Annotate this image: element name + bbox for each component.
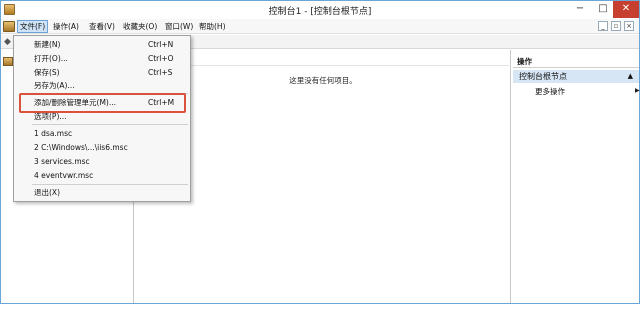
actions-header: 操作 [513,56,639,68]
menu-item-options[interactable]: 选项(P)... [34,112,67,122]
back-icon[interactable]: ◆ [4,37,11,47]
menu-item-save-as[interactable]: 另存为(A)... [34,81,75,91]
menu-view[interactable]: 查看(V) [87,21,117,32]
mmc-window: 控制台1 - [控制台根节点] − □ ✕ 文件(F) 操作(A) 查看(V) … [0,0,640,304]
mdi-close-button[interactable]: × [624,21,634,31]
menu-separator [32,184,188,185]
results-column-header [135,57,511,66]
more-actions-link[interactable]: 更多操作 [535,86,565,97]
actions-section-label: 控制台根节点 [519,72,567,81]
shortcut-open: Ctrl+O [148,54,174,63]
menu-item-open[interactable]: 打开(O)... [34,54,68,64]
menu-help[interactable]: 帮助(H) [197,21,228,32]
menu-item-exit[interactable]: 退出(X) [34,188,60,198]
menu-file[interactable]: 文件(F) [17,20,49,33]
menu-action[interactable]: 操作(A) [51,21,81,32]
close-button[interactable]: ✕ [613,1,639,18]
shortcut-save: Ctrl+S [148,68,173,77]
menu-bar: 文件(F) 操作(A) 查看(V) 收藏夹(O) 窗口(W) 帮助(H) _ ▫… [1,19,639,34]
menu-separator [32,124,188,125]
recent-file-1[interactable]: 1 dsa.msc [34,129,72,139]
menu-item-new[interactable]: 新建(N) [34,40,60,50]
menu-favorites[interactable]: 收藏夹(O) [121,21,159,32]
recent-file-3[interactable]: 3 services.msc [34,157,90,167]
submenu-arrow-icon: ▶ [635,87,640,94]
console-menu-icon[interactable] [3,21,15,32]
menu-item-save[interactable]: 保存(S) [34,68,60,78]
recent-file-2[interactable]: 2 C:\Windows\...\iis6.msc [34,143,128,153]
title-bar: 控制台1 - [控制台根节点] − □ ✕ [1,1,639,19]
highlight-box [19,93,186,113]
mdi-restore-button[interactable]: ▫ [611,21,621,31]
mdi-minimize-button[interactable]: _ [598,21,608,31]
menu-window[interactable]: 窗口(W) [163,21,195,32]
console-root-icon[interactable] [3,57,13,66]
empty-message: 这里没有任何项目。 [289,76,357,85]
actions-section-console-root[interactable]: 控制台根节点 ▲ [513,70,639,83]
actions-pane: 操作 控制台根节点 ▲ 更多操作 ▶ [513,50,640,303]
collapse-icon[interactable]: ▲ [628,70,633,83]
recent-file-4[interactable]: 4 eventvwr.msc [34,171,93,181]
window-title: 控制台1 - [控制台根节点] [268,7,372,17]
results-pane: 这里没有任何项目。 [135,50,511,303]
shortcut-new: Ctrl+N [148,40,174,49]
file-menu-dropdown: 新建(N) Ctrl+N 打开(O)... Ctrl+O 保存(S) Ctrl+… [13,35,191,202]
